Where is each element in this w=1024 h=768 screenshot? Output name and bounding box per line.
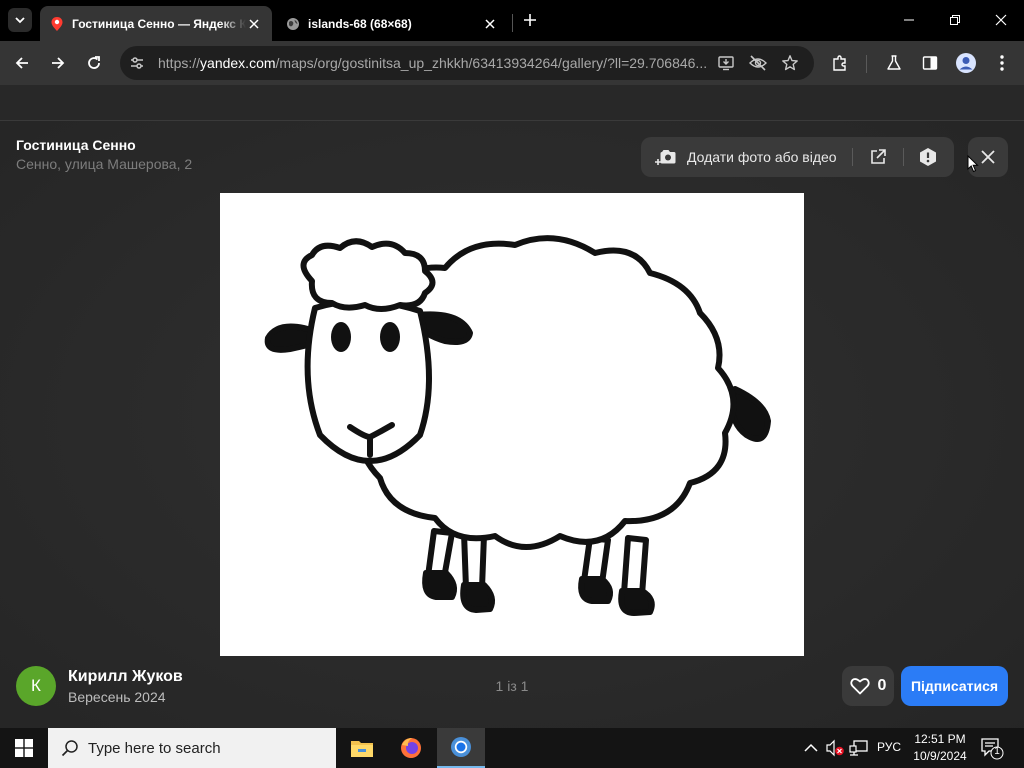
close-icon (981, 150, 995, 164)
reload-icon (88, 56, 100, 69)
clock-date[interactable]: 10/9/2024 (906, 749, 974, 763)
share-external-icon[interactable] (868, 147, 888, 167)
plus-icon (524, 14, 536, 26)
site-settings-icon[interactable] (128, 54, 146, 72)
close-tab-icon[interactable] (482, 16, 498, 32)
close-window-button[interactable] (989, 8, 1013, 32)
restore-icon (950, 15, 960, 25)
add-camera-icon (655, 150, 676, 165)
eye-off-icon[interactable] (748, 53, 768, 73)
bookmark-star-icon[interactable] (780, 53, 800, 73)
extensions-icon[interactable] (828, 51, 852, 75)
gallery-photo[interactable] (220, 193, 804, 656)
firefox-icon (401, 738, 421, 758)
tab-yandex-maps[interactable]: Гостиница Сенно — Яндекс Карты (40, 6, 272, 41)
minimize-icon (904, 19, 914, 21)
profile-avatar-icon[interactable] (954, 51, 978, 75)
reload-button[interactable] (82, 51, 106, 75)
viewer-action-bar: Додати фото або відео (641, 137, 954, 177)
photo-viewer: Гостиница Сенно Сенно, улица Машерова, 2… (0, 85, 1024, 728)
author-name[interactable]: Кирилл Жуков (68, 668, 183, 686)
tab-search-button[interactable] (8, 8, 32, 32)
url-path: /maps/org/gostinitsa_up_zhkkh/6341393426… (275, 55, 708, 71)
notification-count: 1 (994, 746, 1000, 757)
show-hidden-icons-chevron-up-icon[interactable] (801, 738, 821, 758)
url-text: https://yandex.com/maps/org/gostinitsa_u… (158, 55, 714, 71)
like-count: 0 (877, 677, 887, 694)
notifications-button[interactable]: 1 (980, 736, 1004, 760)
heart-icon (849, 678, 870, 695)
search-placeholder: Type here to search (88, 739, 221, 757)
volume-muted-icon[interactable] (825, 738, 845, 758)
maps-header-band (0, 85, 1024, 121)
restore-window-button[interactable] (943, 8, 967, 32)
taskbar-chrome[interactable] (437, 728, 485, 768)
minimize-window-button[interactable] (897, 8, 921, 32)
back-button[interactable] (10, 51, 34, 75)
browser-toolbar: https://yandex.com/maps/org/gostinitsa_u… (0, 41, 1024, 85)
side-panel-icon[interactable] (918, 51, 942, 75)
subscribe-button[interactable]: Підписатися (901, 666, 1008, 706)
taskbar-search[interactable]: Type here to search (48, 728, 336, 768)
search-icon (60, 738, 80, 758)
sheep-drawing (264, 235, 771, 616)
author-avatar[interactable]: К (16, 666, 56, 706)
address-bar[interactable]: https://yandex.com/maps/org/gostinitsa_u… (120, 46, 814, 80)
install-app-icon[interactable] (716, 53, 736, 73)
input-language[interactable]: РУС (877, 740, 901, 754)
folder-icon (351, 741, 373, 757)
url-scheme: https:// (158, 55, 201, 71)
windows-logo-icon (15, 739, 33, 757)
arrow-right-icon (52, 57, 65, 69)
toolbar-divider (866, 55, 867, 73)
start-button[interactable] (0, 728, 48, 768)
arrow-left-icon (15, 57, 28, 69)
place-address: Сенно, улица Машерова, 2 (16, 156, 193, 172)
close-icon (995, 14, 1007, 26)
taskbar-firefox[interactable] (387, 728, 435, 768)
new-tab-button[interactable] (520, 10, 540, 30)
place-name[interactable]: Гостиница Сенно (16, 137, 136, 153)
taskbar-file-explorer[interactable] (338, 728, 386, 768)
tab-title: Гостиница Сенно — Яндекс Карты (72, 16, 246, 31)
tab-islands-68[interactable]: islands-68 (68×68) (276, 6, 508, 41)
browser-tab-strip: Гостиница Сенно — Яндекс Карты islands-6… (0, 0, 1024, 41)
like-button[interactable]: 0 (842, 666, 894, 706)
action-divider (852, 148, 853, 166)
chevron-down-icon (15, 17, 25, 24)
network-icon[interactable] (849, 738, 869, 758)
menu-kebab-icon[interactable] (990, 51, 1014, 75)
photo-counter: 1 із 1 (495, 678, 529, 694)
chrome-icon (451, 737, 471, 757)
labs-flask-icon[interactable] (882, 51, 906, 75)
author-date: Вересень 2024 (68, 689, 166, 705)
tab-divider (512, 14, 513, 32)
map-pin-icon (51, 16, 63, 31)
action-divider (903, 148, 904, 166)
add-photo-or-video-button[interactable]: Додати фото або відео (655, 137, 837, 177)
clock-time[interactable]: 12:51 PM (906, 732, 974, 746)
close-tab-icon[interactable] (246, 16, 262, 32)
windows-taskbar: Type here to search РУС 12:51 PM 10/9/20… (0, 728, 1024, 768)
tab-title: islands-68 (68×68) (308, 16, 412, 31)
globe-icon (287, 17, 299, 30)
mouse-cursor-icon (967, 155, 979, 173)
report-warning-icon[interactable] (918, 147, 938, 167)
add-photo-label: Додати фото або відео (687, 149, 837, 165)
url-host: yandex.com (200, 55, 276, 71)
forward-button[interactable] (46, 51, 70, 75)
